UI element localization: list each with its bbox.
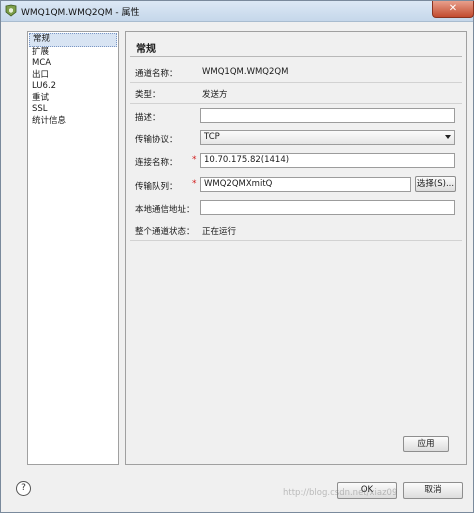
divider <box>130 56 462 57</box>
apply-button[interactable]: 应用 <box>403 436 449 452</box>
protocol-select[interactable]: TCP <box>200 130 455 145</box>
type-label: 类型： <box>135 90 161 100</box>
help-icon[interactable]: ? <box>16 481 31 496</box>
nav-item-lu62[interactable]: LU6.2 <box>29 81 117 93</box>
protocol-label: 传输协议： <box>135 135 178 145</box>
description-field[interactable] <box>200 108 455 123</box>
nav-item-mca[interactable]: MCA <box>29 58 117 70</box>
conn-name-label: 连接名称： <box>135 158 178 168</box>
channel-name-label: 通道名称： <box>135 69 178 79</box>
required-marker: * <box>192 155 197 165</box>
description-label: 描述： <box>135 113 161 123</box>
property-category-list: 常规 扩展 MCA 出口 LU6.2 重试 SSL 统计信息 <box>27 31 119 465</box>
select-queue-button[interactable]: 选择(S)... <box>415 176 456 192</box>
divider <box>130 103 462 104</box>
nav-item-general[interactable]: 常规 <box>29 33 117 47</box>
chevron-down-icon <box>445 135 451 139</box>
channel-name-value: WMQ1QM.WMQ2QM <box>202 67 289 77</box>
nav-item-statistics[interactable]: 统计信息 <box>29 116 117 128</box>
title-bar[interactable]: WMQ1QM.WMQ2QM - 属性 ✕ <box>1 1 474 22</box>
general-panel: 常规 通道名称： WMQ1QM.WMQ2QM 类型： 发送方 描述： 传输协议：… <box>125 31 467 465</box>
xmitq-field[interactable]: WMQ2QMXmitQ <box>200 177 411 192</box>
nav-item-ssl[interactable]: SSL <box>29 104 117 116</box>
channel-status-value: 正在运行 <box>202 227 237 237</box>
type-value: 发送方 <box>202 90 228 100</box>
divider <box>130 82 462 83</box>
nav-item-extended[interactable]: 扩展 <box>29 47 117 59</box>
window-title: WMQ1QM.WMQ2QM - 属性 <box>21 8 140 18</box>
conn-name-field[interactable]: 10.70.175.82(1414) <box>200 153 455 168</box>
close-button[interactable]: ✕ <box>432 1 474 18</box>
channel-status-label: 整个通道状态： <box>135 227 195 237</box>
properties-dialog: WMQ1QM.WMQ2QM - 属性 ✕ 常规 扩展 MCA 出口 LU6.2 … <box>0 0 474 513</box>
panel-title: 常规 <box>136 44 156 55</box>
nav-item-exits[interactable]: 出口 <box>29 70 117 82</box>
divider <box>130 240 462 241</box>
close-icon: ✕ <box>448 3 458 14</box>
local-address-field[interactable] <box>200 200 455 215</box>
properties-icon <box>5 4 17 17</box>
protocol-selected-value: TCP <box>204 132 220 142</box>
local-address-label: 本地通信地址： <box>135 205 195 215</box>
nav-item-retry[interactable]: 重试 <box>29 93 117 105</box>
required-marker: * <box>192 179 197 189</box>
cancel-button[interactable]: 取消 <box>403 482 463 499</box>
watermark: http://blog.csdn.net/xiaz09 <box>283 488 398 498</box>
xmitq-label: 传输队列： <box>135 182 178 192</box>
